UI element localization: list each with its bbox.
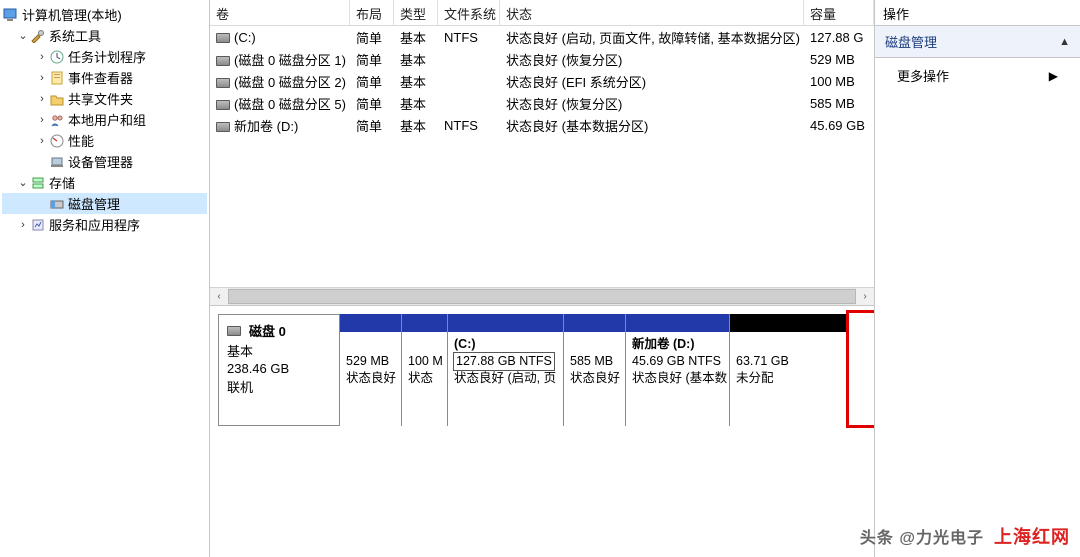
tree-services-apps[interactable]: › 服务和应用程序 [2, 214, 207, 235]
nav-tree: 计算机管理(本地) ⌄ 系统工具 › 任务计划程序 › 事件查看器 › [0, 0, 210, 557]
partition[interactable]: 585 MB状态良好 [564, 314, 626, 426]
caret-up-icon: ▲ [1059, 36, 1070, 48]
partition[interactable]: 100 M状态 [402, 314, 448, 426]
actions-header: 操作 [875, 0, 1080, 26]
tree-event-viewer[interactable]: › 事件查看器 [2, 67, 207, 88]
volume-icon [216, 33, 230, 43]
users-icon [48, 112, 66, 128]
disk-icon [227, 326, 241, 336]
tree-label: 共享文件夹 [68, 89, 133, 108]
scroll-thumb[interactable] [228, 289, 856, 304]
tree-label: 服务和应用程序 [49, 215, 140, 234]
tree-label: 本地用户和组 [68, 110, 146, 129]
volume-icon [216, 78, 230, 88]
disk-row: 磁盘 0 基本 238.46 GB 联机 529 MB状态良好 100 M状态(… [218, 314, 866, 426]
partition-stripe [340, 314, 401, 332]
disk-title: 磁盘 0 [249, 321, 286, 340]
tree-disk-management[interactable]: · 磁盘管理 [2, 193, 207, 214]
expand-icon[interactable]: › [36, 135, 48, 147]
collapse-icon[interactable]: ⌄ [17, 29, 29, 42]
tree-label: 系统工具 [49, 26, 101, 45]
tree-root-label: 计算机管理(本地) [22, 5, 122, 24]
storage-icon [29, 175, 47, 191]
tree-shared-folders[interactable]: › 共享文件夹 [2, 88, 207, 109]
expand-icon[interactable]: › [17, 219, 29, 231]
actions-group-label: 磁盘管理 [885, 32, 937, 51]
col-status[interactable]: 状态 [500, 0, 804, 25]
tree-label: 设备管理器 [68, 152, 133, 171]
partition[interactable]: 63.71 GB未分配 [730, 314, 848, 426]
tree-task-scheduler[interactable]: › 任务计划程序 [2, 46, 207, 67]
expand-icon[interactable]: › [36, 51, 48, 63]
scroll-right-icon[interactable]: › [856, 288, 874, 305]
disk-mgmt-icon [48, 196, 66, 212]
expand-icon[interactable]: › [36, 93, 48, 105]
volume-icon [216, 122, 230, 132]
collapse-icon[interactable]: ⌄ [17, 176, 29, 189]
col-fs[interactable]: 文件系统 [438, 0, 500, 25]
partition-stripe [626, 314, 729, 332]
partition[interactable]: 新加卷 (D:)45.69 GB NTFS状态良好 (基本数 [626, 314, 730, 426]
caret-right-icon: ▶ [1049, 69, 1058, 83]
event-icon [48, 70, 66, 86]
disk-map: 磁盘 0 基本 238.46 GB 联机 529 MB状态良好 100 M状态(… [210, 306, 874, 557]
clock-icon [48, 49, 66, 65]
disk-size: 238.46 GB [227, 361, 331, 376]
partition[interactable]: 529 MB状态良好 [340, 314, 402, 426]
tree-system-tools[interactable]: ⌄ 系统工具 [2, 25, 207, 46]
col-volume[interactable]: 卷 [210, 0, 350, 25]
scroll-track[interactable] [228, 288, 856, 305]
disk-type: 基本 [227, 341, 331, 360]
partition-stripe [402, 314, 447, 332]
tree-device-manager[interactable]: · 设备管理器 [2, 151, 207, 172]
volume-table: 卷 布局 类型 文件系统 状态 容量 (C:)简单基本NTFS状态良好 (启动,… [210, 0, 874, 306]
main-content: 卷 布局 类型 文件系统 状态 容量 (C:)简单基本NTFS状态良好 (启动,… [210, 0, 875, 557]
table-row[interactable]: (磁盘 0 磁盘分区 1)简单基本状态良好 (恢复分区)529 MB [210, 48, 874, 70]
tree-label: 任务计划程序 [68, 47, 146, 66]
tree-label: 事件查看器 [68, 68, 133, 87]
table-row[interactable]: (C:)简单基本NTFS状态良好 (启动, 页面文件, 故障转储, 基本数据分区… [210, 26, 874, 48]
actions-more[interactable]: 更多操作 ▶ [875, 58, 1080, 93]
partition[interactable]: (C:)127.88 GB NTFS状态良好 (启动, 页 [448, 314, 564, 426]
folder-share-icon [48, 91, 66, 107]
tree-root[interactable]: 计算机管理(本地) [2, 4, 207, 25]
disk-info[interactable]: 磁盘 0 基本 238.46 GB 联机 [218, 314, 340, 426]
expand-icon[interactable]: › [36, 114, 48, 126]
col-layout[interactable]: 布局 [350, 0, 394, 25]
table-row[interactable]: (磁盘 0 磁盘分区 5)简单基本状态良好 (恢复分区)585 MB [210, 92, 874, 114]
table-row[interactable]: 新加卷 (D:)简单基本NTFS状态良好 (基本数据分区)45.69 GB [210, 114, 874, 136]
tree-label: 存储 [49, 173, 75, 192]
disk-partitions: 529 MB状态良好 100 M状态(C:)127.88 GB NTFS状态良好… [340, 314, 866, 426]
table-row[interactable]: (磁盘 0 磁盘分区 2)简单基本状态良好 (EFI 系统分区)100 MB [210, 70, 874, 92]
scroll-left-icon[interactable]: ‹ [210, 288, 228, 305]
tree-storage[interactable]: ⌄ 存储 [2, 172, 207, 193]
col-capacity[interactable]: 容量 [804, 0, 874, 25]
tree-label: 性能 [68, 131, 94, 150]
disk-status: 联机 [227, 377, 331, 396]
tools-icon [29, 28, 47, 44]
volume-icon [216, 56, 230, 66]
actions-more-label: 更多操作 [897, 66, 949, 85]
volume-table-header: 卷 布局 类型 文件系统 状态 容量 [210, 0, 874, 26]
actions-group[interactable]: 磁盘管理 ▲ [875, 26, 1080, 58]
computer-icon [2, 7, 20, 23]
tree-performance[interactable]: › 性能 [2, 130, 207, 151]
expand-icon[interactable]: › [36, 72, 48, 84]
volume-table-body: (C:)简单基本NTFS状态良好 (启动, 页面文件, 故障转储, 基本数据分区… [210, 26, 874, 287]
device-icon [48, 154, 66, 170]
performance-icon [48, 133, 66, 149]
tree-local-users[interactable]: › 本地用户和组 [2, 109, 207, 130]
horizontal-scrollbar[interactable]: ‹ › [210, 287, 874, 305]
partition-stripe [564, 314, 625, 332]
volume-icon [216, 100, 230, 110]
services-icon [29, 217, 47, 233]
partition-stripe [730, 314, 848, 332]
partition-stripe [448, 314, 563, 332]
actions-pane: 操作 磁盘管理 ▲ 更多操作 ▶ [875, 0, 1080, 557]
tree-label: 磁盘管理 [68, 194, 120, 213]
col-type[interactable]: 类型 [394, 0, 438, 25]
